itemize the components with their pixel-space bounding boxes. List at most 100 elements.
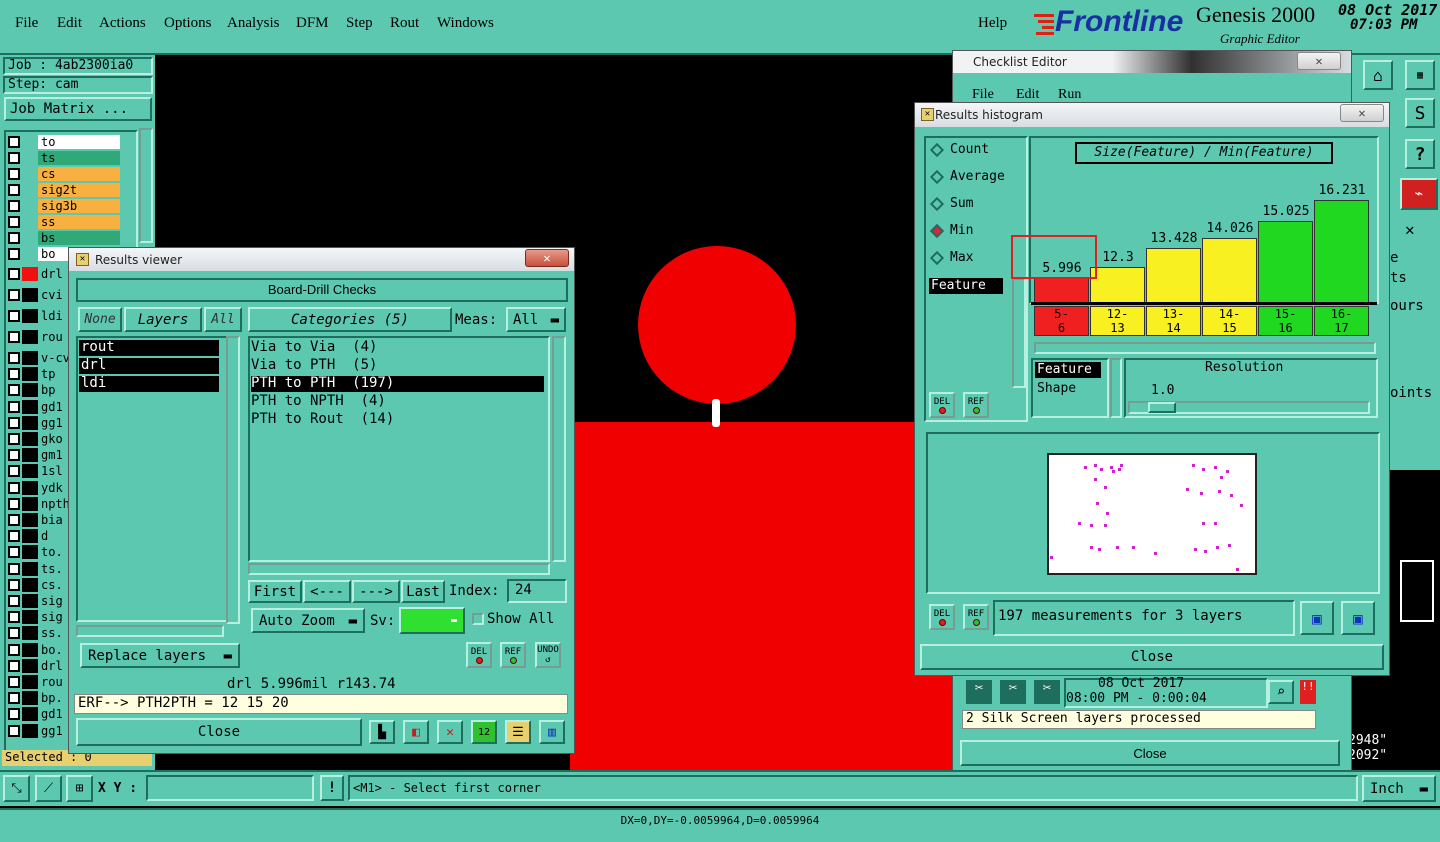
menu-options[interactable]: Options <box>164 15 212 32</box>
mode-average[interactable]: Average <box>929 169 1005 184</box>
rv-tool-icon-3[interactable]: ✕ <box>437 720 463 744</box>
layer-checkbox[interactable] <box>8 643 20 656</box>
layer-checkbox[interactable] <box>8 659 20 672</box>
layer-checkbox[interactable] <box>8 368 20 381</box>
menu-file[interactable]: File <box>15 15 38 32</box>
histogram-bin[interactable]: 5- 6 <box>1034 306 1089 336</box>
zoom-fit-icon[interactable]: ⤡ <box>3 775 30 802</box>
rv-category-item[interactable]: PTH to NPTH (4) <box>251 394 544 410</box>
layer-name[interactable]: to <box>38 135 120 149</box>
histogram-bar[interactable] <box>1258 220 1313 304</box>
rv-category-hscroll[interactable] <box>248 563 550 575</box>
snap-grid-icon[interactable]: ⊞ <box>66 775 93 802</box>
layer-checkbox[interactable] <box>8 248 20 260</box>
rv-show-all-checkbox[interactable] <box>472 613 484 625</box>
rv-close-button[interactable]: Close <box>76 718 362 746</box>
checklist-close-icon[interactable]: ✕ <box>1297 52 1341 70</box>
mode-sum[interactable]: Sum <box>929 196 973 211</box>
alert-icon[interactable]: ! <box>320 775 344 801</box>
rv-tool-icon-4[interactable]: 12 <box>471 720 497 744</box>
mode-count[interactable]: Count <box>929 142 989 157</box>
menu-rout[interactable]: Rout <box>390 15 419 32</box>
layer-checkbox[interactable] <box>8 152 20 164</box>
checklist-menu-file[interactable]: File <box>972 87 994 103</box>
layer-row-sig3b[interactable]: sig3b <box>8 198 120 214</box>
layer-checkbox[interactable] <box>8 546 20 559</box>
hist-del-button[interactable]: DEL <box>929 392 955 418</box>
rv-auto-zoom-select[interactable]: Auto Zoom ▬ <box>251 608 365 633</box>
layer-row-sig2t[interactable]: sig2t <box>8 182 120 198</box>
rv-tool-icon-6[interactable]: ▥ <box>539 720 565 744</box>
rv-layers-button[interactable]: Layers <box>124 307 202 332</box>
preview-ref-button[interactable]: REF <box>963 604 989 630</box>
help-icon[interactable]: ? <box>1405 139 1435 169</box>
histogram-bar[interactable] <box>1314 200 1369 304</box>
menu-edit[interactable]: Edit <box>57 15 82 32</box>
layer-checkbox[interactable] <box>8 168 20 180</box>
feature-item[interactable]: Feature <box>1035 362 1101 378</box>
layer-name[interactable]: sig2t <box>38 183 120 197</box>
rv-undo-button[interactable]: UNDO ↺ <box>535 642 561 668</box>
layer-checkbox[interactable] <box>8 562 20 575</box>
grid-icon[interactable]: ▦ <box>1405 60 1435 90</box>
rv-tool-icon-2[interactable]: ◧ <box>403 720 429 744</box>
rv-tool-icon-1[interactable]: ▙ <box>369 720 395 744</box>
layer-checkbox[interactable] <box>8 384 20 397</box>
histogram-bar[interactable] <box>1146 247 1201 304</box>
layer-name[interactable]: cs <box>38 167 120 181</box>
side-panel-close-icon[interactable]: ✕ <box>1405 220 1415 239</box>
layer-checkbox[interactable] <box>8 200 20 212</box>
rv-layer-item[interactable]: ldi <box>79 376 219 392</box>
layer-checkbox[interactable] <box>8 692 20 705</box>
hist-ref-button[interactable]: REF <box>963 392 989 418</box>
layer-checkbox[interactable] <box>8 611 20 624</box>
rv-sv-select[interactable]: ▬ <box>399 607 465 634</box>
resolution-slider-handle[interactable] <box>1148 402 1176 413</box>
layer-name[interactable]: sig3b <box>38 199 120 213</box>
checklist-menu-run[interactable]: Run <box>1058 87 1081 103</box>
rv-meas-select[interactable]: All ▬ <box>506 307 566 332</box>
rv-category-item[interactable]: PTH to PTH (197) <box>251 376 544 392</box>
rv-index-input[interactable]: 24 <box>507 579 567 603</box>
layer-name[interactable]: ts <box>38 151 120 165</box>
layer-name[interactable]: bs <box>38 231 120 245</box>
feature-shape-scrollbar[interactable] <box>1110 358 1122 418</box>
measure-icon[interactable]: ⟋ <box>35 775 62 802</box>
histogram-close-icon[interactable]: ✕ <box>1340 104 1384 122</box>
route-icon[interactable]: ⌁ <box>1400 178 1438 210</box>
bins-scrollbar[interactable] <box>1034 342 1376 354</box>
layer-row-ss[interactable]: ss <box>8 214 120 230</box>
menu-analysis[interactable]: Analysis <box>227 15 280 32</box>
layer-checkbox[interactable] <box>8 289 20 301</box>
rv-prev-button[interactable]: <--- <box>303 580 351 603</box>
layer-checkbox[interactable] <box>8 530 20 543</box>
menu-dfm[interactable]: DFM <box>296 15 329 32</box>
rv-replace-layers-button[interactable]: Replace layers ▬ <box>80 643 240 668</box>
feature-list-scrollbar[interactable] <box>1012 278 1026 388</box>
rv-ref-button[interactable]: REF <box>500 642 526 668</box>
rv-layer-hscroll[interactable] <box>76 625 224 637</box>
layer-checkbox[interactable] <box>8 433 20 445</box>
snap-icon[interactable]: S <box>1405 98 1435 128</box>
rv-layer-item[interactable]: rout <box>79 340 219 356</box>
menu-step[interactable]: Step <box>346 15 373 32</box>
zoom-home-icon[interactable]: ⌂ <box>1363 60 1393 90</box>
preview-del-button[interactable]: DEL <box>929 604 955 630</box>
rv-category-item[interactable]: PTH to Rout (14) <box>251 412 544 428</box>
rv-next-button[interactable]: ---> <box>352 580 400 603</box>
checklist-icon-3[interactable]: ✂ <box>1034 680 1060 704</box>
layer-checkbox[interactable] <box>8 216 20 228</box>
layer-checkbox[interactable] <box>8 578 20 591</box>
checklist-editor-titlebar[interactable]: Checklist Editor <box>953 51 1351 73</box>
menu-actions[interactable]: Actions <box>99 15 146 32</box>
layer-row-ts[interactable]: ts <box>8 150 120 166</box>
rv-categories-button[interactable]: Categories (5) <box>248 307 452 332</box>
rv-layer-vscroll[interactable] <box>226 336 240 624</box>
layer-checkbox[interactable] <box>8 310 20 322</box>
histogram-titlebar[interactable]: Results histogram <box>915 103 1389 127</box>
layer-checkbox[interactable] <box>8 497 20 510</box>
layer-checkbox[interactable] <box>8 416 20 429</box>
export-icon-2[interactable]: ▣ <box>1341 601 1375 635</box>
layer-checkbox[interactable] <box>8 465 20 478</box>
results-viewer-close-icon[interactable]: ✕ <box>525 249 569 267</box>
